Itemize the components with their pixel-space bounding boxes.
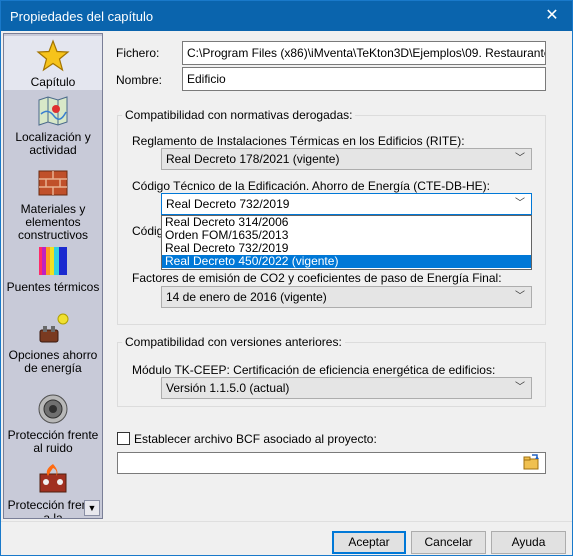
speaker-icon — [38, 394, 68, 424]
cte-select-value: Real Decreto 732/2019 — [166, 197, 290, 211]
sidebar-item-label: Materiales y elementos constructivos — [17, 202, 89, 242]
folder-open-icon[interactable] — [520, 452, 542, 474]
sidebar-item-puentes[interactable]: Puentes térmicos — [4, 244, 102, 310]
rite-select-value: Real Decreto 178/2021 (vigente) — [166, 152, 340, 166]
sidebar-item-label: Puentes térmicos — [6, 280, 100, 294]
title-bar[interactable]: Propiedades del capítulo ✕ — [1, 1, 572, 31]
sidebar-item-ahorro[interactable]: Opciones ahorro de energía — [4, 312, 102, 392]
normativas-group-title: Compatibilidad con normativas derogadas: — [122, 108, 356, 122]
sidebar-scroll-down-button[interactable]: ▼ — [84, 500, 100, 516]
sidebar-item-materiales[interactable]: Materiales y elementos constructivos — [4, 166, 102, 244]
nombre-field[interactable]: Edificio — [182, 67, 546, 91]
fire-protection-icon — [39, 464, 67, 493]
modulo-select[interactable]: Versión 1.1.5.0 (actual) ﹀ — [161, 377, 532, 399]
versiones-group-title: Compatibilidad con versiones anteriores: — [122, 335, 345, 349]
bcf-checkbox-label: Establecer archivo BCF asociado al proye… — [134, 432, 377, 446]
window-title: Propiedades del capítulo — [10, 9, 154, 24]
properties-dialog: Propiedades del capítulo ✕ Capítulo Loca… — [0, 0, 573, 556]
map-icon — [38, 96, 68, 126]
rite-label: Reglamento de Instalaciones Térmicas en … — [132, 134, 465, 148]
energy-saving-icon — [39, 313, 69, 343]
rite-select[interactable]: Real Decreto 178/2021 (vigente) ﹀ — [161, 148, 532, 170]
cte-option-highlighted[interactable]: Real Decreto 450/2022 (vigente) — [162, 255, 531, 268]
dialog-footer: Aceptar Cancelar Ayuda — [1, 521, 572, 555]
factores-select-value: 14 de enero de 2016 (vigente) — [166, 290, 327, 304]
cte-label: Código Técnico de la Edificación. Ahorro… — [132, 179, 490, 193]
factores-select[interactable]: 14 de enero de 2016 (vigente) ﹀ — [161, 286, 532, 308]
accept-button[interactable]: Aceptar — [332, 531, 406, 554]
modulo-select-value: Versión 1.1.5.0 (actual) — [166, 381, 290, 395]
chevron-down-icon: ﹀ — [515, 291, 525, 302]
nombre-label: Nombre: — [116, 73, 163, 87]
close-button[interactable]: ✕ — [532, 1, 572, 31]
bcf-path-field[interactable] — [117, 452, 546, 474]
sidebar-item-label: Localización y actividad — [15, 130, 91, 157]
thermal-bridge-icon — [39, 247, 67, 275]
cte-select[interactable]: Real Decreto 732/2019 ﹀ — [161, 193, 532, 215]
help-button[interactable]: Ayuda — [491, 531, 566, 554]
sidebar: Capítulo Localización y actividad Materi… — [3, 33, 103, 519]
chevron-down-icon: ﹀ — [515, 153, 525, 164]
sidebar-item-capitulo[interactable]: Capítulo — [4, 36, 102, 90]
sidebar-item-label: Opciones ahorro de energía — [8, 348, 98, 375]
sidebar-item-label: Capítulo — [30, 75, 76, 89]
chevron-down-icon: ﹀ — [515, 198, 525, 209]
hidden-label-fragment: Códig — [132, 224, 164, 238]
chevron-down-icon: ﹀ — [515, 382, 525, 393]
brick-icon — [38, 170, 68, 196]
sidebar-item-ruido[interactable]: Protección frente al ruido — [4, 392, 102, 460]
factores-label: Factores de emisión de CO2 y coeficiente… — [132, 271, 502, 285]
cancel-button[interactable]: Cancelar — [411, 531, 486, 554]
star-icon — [36, 39, 70, 72]
fichero-field[interactable]: C:\Program Files (x86)\iMventa\TeKton3D\… — [182, 41, 546, 65]
cte-dropdown-list: Real Decreto 314/2006 Orden FOM/1635/201… — [161, 215, 532, 270]
sidebar-item-localizacion[interactable]: Localización y actividad — [4, 94, 102, 160]
fichero-label: Fichero: — [116, 46, 160, 60]
sidebar-item-label: Protección frente al ruido — [7, 428, 99, 455]
modulo-label: Módulo TK-CEEP: Certificación de eficien… — [132, 363, 496, 377]
bcf-checkbox[interactable] — [117, 432, 130, 445]
